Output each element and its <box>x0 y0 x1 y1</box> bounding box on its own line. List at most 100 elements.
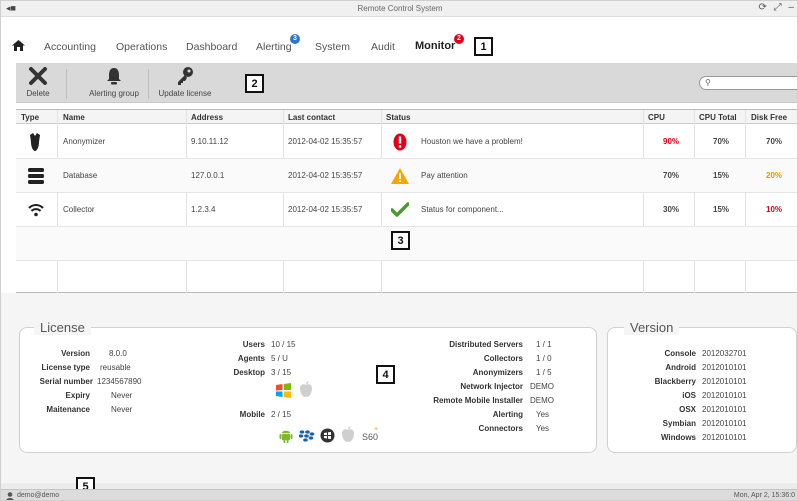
row-cpu: 90% <box>663 137 680 146</box>
value: 2012032701 <box>702 349 747 358</box>
user-icon <box>6 492 14 500</box>
value: 1234567890 <box>97 377 142 386</box>
label: Version <box>61 349 90 358</box>
row-cpu: 30% <box>663 205 680 214</box>
row-disk-free: 70% <box>766 137 783 146</box>
license-type: License type reusable <box>30 363 131 372</box>
value: reusable <box>100 363 131 372</box>
blackberry-icon <box>299 430 315 442</box>
label: Users <box>242 340 265 349</box>
license-collectors: Collectors 1 / 0 <box>413 354 552 363</box>
apple-icon <box>342 426 354 442</box>
value: 2012010101 <box>702 363 747 372</box>
license-maintenance: Maitenance Never <box>30 405 132 414</box>
value: 1 / 1 <box>536 340 552 349</box>
row-disk-free: 20% <box>766 171 783 180</box>
callout-2: 2 <box>245 74 264 93</box>
label: Console <box>664 349 696 358</box>
label: Collectors <box>483 354 523 363</box>
label: Symbian <box>662 419 696 428</box>
alerting-group-label: Alerting group <box>89 89 139 98</box>
anonymizer-icon <box>30 133 40 151</box>
menu-dashboard[interactable]: Dashboard <box>186 41 237 53</box>
license-anonymizers: Anonymizers 1 / 5 <box>413 368 552 377</box>
col-last-contact[interactable]: Last contact <box>288 113 335 122</box>
license-expiry: Expiry Never <box>30 391 133 400</box>
wifi-icon <box>28 204 44 217</box>
row-cpu: 70% <box>663 171 680 180</box>
home-icon[interactable] <box>12 40 25 51</box>
row-name: Collector <box>63 205 95 214</box>
value: DEMO <box>530 396 554 405</box>
label: iOS <box>682 391 696 400</box>
version-android: Android 2012010101 <box>618 363 747 372</box>
label: Mobile <box>239 410 265 419</box>
col-cpu[interactable]: CPU <box>648 113 665 122</box>
col-address[interactable]: Address <box>191 113 223 122</box>
row-name: Database <box>63 171 98 180</box>
row-cpu-total: 15% <box>713 205 730 214</box>
status-bar: demo@demo Mon, Apr 2, 15:36:0 <box>1 489 797 500</box>
monitor-badge: 2 <box>454 34 464 44</box>
table-header: Type Name Address Last contact Status CP… <box>16 110 797 124</box>
value: Yes <box>536 410 550 419</box>
license-serial: Serial number 1234567890 <box>30 377 142 386</box>
license-agents: Agents 5 / U <box>210 354 288 363</box>
s60-plus-icon: + <box>374 426 379 433</box>
app-window: ◂■ Remote Control System ⟳ ⤢ – Accountin… <box>0 0 798 501</box>
delete-button[interactable]: Delete <box>20 66 56 98</box>
version-windows: Windows 2012010101 <box>618 433 747 442</box>
license-users: Users 10 / 15 <box>210 340 296 349</box>
menu-monitor[interactable]: Monitor <box>415 40 455 52</box>
label: OSX <box>679 405 696 414</box>
version-panel: Version Console 2012032701 Android 2012010… <box>607 320 797 453</box>
row-address: 127.0.0.1 <box>191 171 225 180</box>
menu-accounting[interactable]: Accounting <box>44 41 96 53</box>
license-remote-mobile-installer: Remote Mobile Installer DEMO <box>413 396 554 405</box>
value: 2012010101 <box>702 405 747 414</box>
value: Never <box>111 405 133 414</box>
table-row[interactable]: Collector 1.2.3.4 2012-04-02 15:35:57 St… <box>16 193 797 227</box>
alerting-badge: 3 <box>290 34 300 44</box>
android-icon <box>279 430 293 443</box>
window-controls[interactable]: ⟳ ⤢ – <box>759 2 797 13</box>
col-type[interactable]: Type <box>21 113 39 122</box>
license-connectors: Connectors Yes <box>413 424 550 433</box>
label: Maitenance <box>46 405 90 414</box>
row-cpu-total: 15% <box>713 171 730 180</box>
menu-alerting[interactable]: Alerting <box>256 41 292 53</box>
col-disk-free[interactable]: Disk Free <box>751 113 787 122</box>
search-input[interactable]: ⚲ <box>699 76 797 90</box>
table-row[interactable]: Anonymizer 9.10.11.12 2012-04-02 15:35:5… <box>16 125 797 159</box>
license-dist-servers: Distributed Servers 1 / 1 <box>413 340 552 349</box>
license-title: License <box>34 320 91 335</box>
value: 8.0.0 <box>109 349 127 358</box>
empty-row <box>16 261 797 295</box>
license-panel: License Version 8.0.0 License type reusabl… <box>19 320 597 453</box>
label: Remote Mobile Installer <box>433 396 523 405</box>
search-icon: ⚲ <box>705 78 711 87</box>
label: Expiry <box>65 391 90 400</box>
col-status[interactable]: Status <box>386 113 410 122</box>
menu-system[interactable]: System <box>315 41 350 53</box>
row-last-contact: 2012-04-02 15:35:57 <box>288 171 363 180</box>
menu-audit[interactable]: Audit <box>371 41 395 53</box>
label: Distributed Servers <box>449 340 523 349</box>
toolbar-separator <box>66 69 67 99</box>
row-name: Anonymizer <box>63 137 106 146</box>
key-icon <box>178 67 193 85</box>
error-icon <box>393 133 407 151</box>
menu-operations[interactable]: Operations <box>116 41 167 53</box>
col-cpu-total[interactable]: CPU Total <box>699 113 737 122</box>
update-license-button[interactable]: Update license <box>150 66 220 98</box>
table-row[interactable]: Database 127.0.0.1 2012-04-02 15:35:57 P… <box>16 159 797 193</box>
current-user[interactable]: demo@demo <box>17 492 59 499</box>
label: Blackberry <box>654 377 696 386</box>
check-icon <box>391 202 409 217</box>
delete-icon <box>29 67 47 85</box>
value: 1 / 5 <box>536 368 552 377</box>
alerting-group-button[interactable]: Alerting group <box>82 66 146 98</box>
col-name[interactable]: Name <box>63 113 85 122</box>
delete-label: Delete <box>26 89 50 98</box>
version-osx: OSX 2012010101 <box>618 405 747 414</box>
